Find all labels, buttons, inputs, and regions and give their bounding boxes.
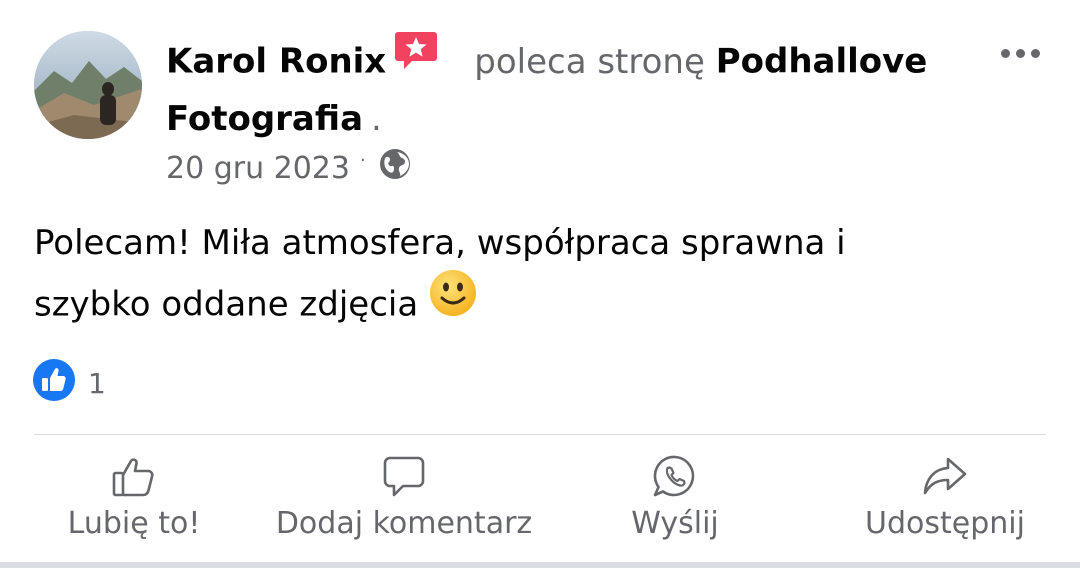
author-avatar[interactable] bbox=[34, 31, 142, 139]
more-options-button[interactable] bbox=[1001, 42, 1053, 64]
post-text-line-2-text: szybko oddane zdjęcia bbox=[34, 284, 419, 325]
send-button[interactable]: Wyślij bbox=[620, 452, 730, 552]
meta-separator: · bbox=[359, 149, 366, 171]
slightly-smiling-face-icon bbox=[428, 268, 478, 336]
like-icon bbox=[32, 358, 76, 409]
action-bar: Lubię to! Dodaj komentarz Wyślij Udostęp… bbox=[0, 452, 1080, 552]
divider bbox=[34, 434, 1046, 435]
share-label: Udostępnij bbox=[865, 506, 1025, 541]
thumbs-up-icon bbox=[110, 452, 158, 502]
more-dot bbox=[1031, 48, 1040, 58]
more-dot bbox=[1016, 48, 1025, 58]
share-icon bbox=[921, 452, 969, 502]
reaction-count: 1 bbox=[88, 367, 106, 400]
recommendation-star-icon bbox=[394, 30, 438, 88]
comment-icon bbox=[381, 452, 427, 502]
comment-button[interactable]: Dodaj komentarz bbox=[270, 452, 538, 552]
like-button[interactable]: Lubię to! bbox=[62, 452, 206, 552]
post-body: Polecam! Miła atmosfera, współpraca spra… bbox=[34, 214, 1034, 340]
avatar-photo bbox=[34, 31, 142, 139]
bottom-separator bbox=[0, 562, 1080, 568]
send-label: Wyślij bbox=[631, 506, 719, 541]
post-header: Karol Ronix poleca stronę Podhallove Foto… bbox=[166, 32, 996, 146]
post-text-line-2: szybko oddane zdjęcia bbox=[34, 270, 1034, 340]
comment-label: Dodaj komentarz bbox=[275, 506, 533, 541]
more-dot bbox=[1001, 48, 1010, 58]
globe-icon bbox=[378, 147, 412, 189]
whatsapp-icon bbox=[651, 452, 699, 502]
post-text-line-1: Polecam! Miła atmosfera, współpraca spra… bbox=[34, 223, 846, 263]
reactions-summary[interactable]: 1 bbox=[32, 358, 106, 409]
share-button[interactable]: Udostępnij bbox=[858, 452, 1032, 552]
end-dot: . bbox=[371, 99, 382, 139]
like-label: Lubię to! bbox=[67, 506, 201, 541]
post-meta: 20 gru 2023 · bbox=[166, 148, 412, 188]
author-name[interactable]: Karol Ronix bbox=[166, 42, 386, 82]
post-date[interactable]: 20 gru 2023 bbox=[166, 151, 350, 186]
recommends-text: poleca stronę bbox=[474, 41, 705, 82]
